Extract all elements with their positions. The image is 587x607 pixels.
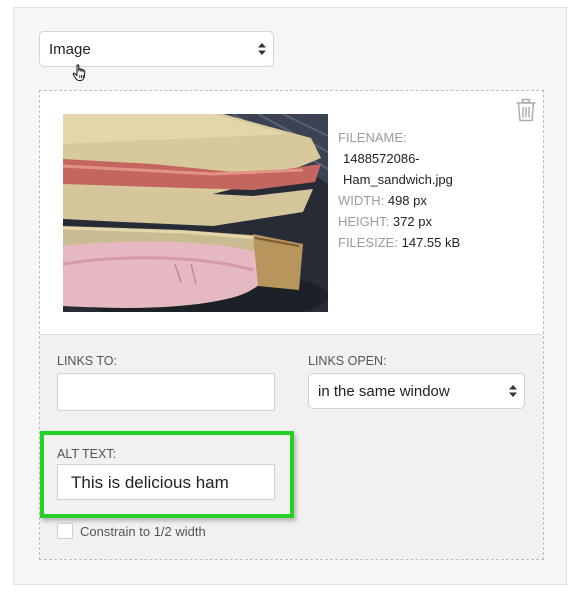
constrain-checkbox[interactable] [57, 523, 73, 539]
links-open-label: LINKS OPEN: [308, 354, 387, 368]
links-open-value: in the same window [318, 383, 450, 400]
filesize-value: 147.55 kB [401, 235, 461, 250]
alt-text-label: ALT TEXT: [57, 447, 117, 461]
constrain-label: Constrain to 1/2 width [80, 524, 206, 539]
links-to-label: LINKS TO: [57, 354, 117, 368]
image-meta: FILENAME: 1488572086- Ham_sandwich.jpg W… [338, 127, 460, 253]
alt-text-value: This is delicious ham [71, 473, 229, 492]
height-value: 372 px [392, 214, 432, 229]
hand-pointer-icon [72, 64, 86, 81]
image-block: FILENAME: 1488572086- Ham_sandwich.jpg W… [39, 90, 544, 560]
filename-label: FILENAME: [338, 130, 407, 145]
width-value: 498 px [387, 193, 427, 208]
block-type-select-value: Image [49, 41, 91, 58]
filename-line-2: Ham_sandwich.jpg [343, 172, 453, 187]
trash-icon[interactable] [515, 98, 537, 122]
up-down-arrows-icon [509, 385, 517, 397]
links-to-input[interactable] [57, 373, 275, 411]
image-thumbnail [63, 114, 328, 312]
height-label: HEIGHT: [338, 214, 390, 229]
block-type-select[interactable]: Image [39, 31, 274, 67]
image-settings: LINKS TO: LINKS OPEN: in the same window… [40, 334, 543, 559]
links-open-select[interactable]: in the same window [308, 373, 525, 409]
width-label: WIDTH: [338, 193, 385, 208]
filename-line-1: 1488572086- [343, 151, 420, 166]
alt-text-input[interactable]: This is delicious ham [57, 464, 275, 500]
filesize-label: FILESIZE: [338, 235, 398, 250]
up-down-arrows-icon [258, 43, 266, 55]
